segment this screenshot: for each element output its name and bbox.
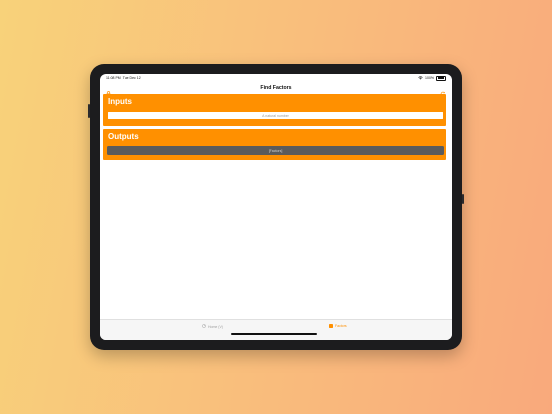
square-icon [329, 324, 333, 328]
gauge-icon [202, 324, 206, 329]
number-input-placeholder: A natural number [262, 113, 289, 118]
status-date: Tue Dec 12 [122, 76, 141, 80]
tab-home[interactable]: Home (V) [202, 324, 223, 329]
outputs-panel: Outputs [Factors] [103, 129, 446, 160]
home-indicator [231, 333, 317, 335]
status-time: 11:08 PM [106, 76, 121, 80]
tab-factors-label: Factors [335, 324, 347, 328]
page-title: Find Factors [260, 85, 292, 91]
status-right: 100% [418, 75, 446, 81]
volume-button [88, 104, 90, 118]
tab-factors[interactable]: Factors [329, 324, 347, 328]
tab-bar: Home (V) Factors [100, 319, 452, 340]
ipad-device: 11:08 PM Tue Dec 12 100% Find Factors In… [88, 64, 464, 350]
battery-percent: 100% [425, 76, 434, 80]
inputs-title: Inputs [108, 97, 132, 106]
status-left: 11:08 PM Tue Dec 12 [106, 76, 141, 80]
power-button [462, 194, 464, 204]
number-input[interactable]: A natural number [107, 111, 444, 120]
battery-icon [436, 75, 446, 81]
factors-output: [Factors] [107, 146, 444, 155]
outputs-title: Outputs [108, 132, 139, 141]
tab-home-label: Home (V) [208, 324, 223, 329]
status-bar: 11:08 PM Tue Dec 12 100% [100, 74, 452, 82]
inputs-panel: Inputs A natural number [103, 94, 446, 126]
app-screen: 11:08 PM Tue Dec 12 100% Find Factors In… [100, 74, 452, 340]
wifi-icon [418, 75, 423, 81]
factors-output-text: [Factors] [268, 148, 283, 153]
navigation-bar: Find Factors [100, 82, 452, 97]
